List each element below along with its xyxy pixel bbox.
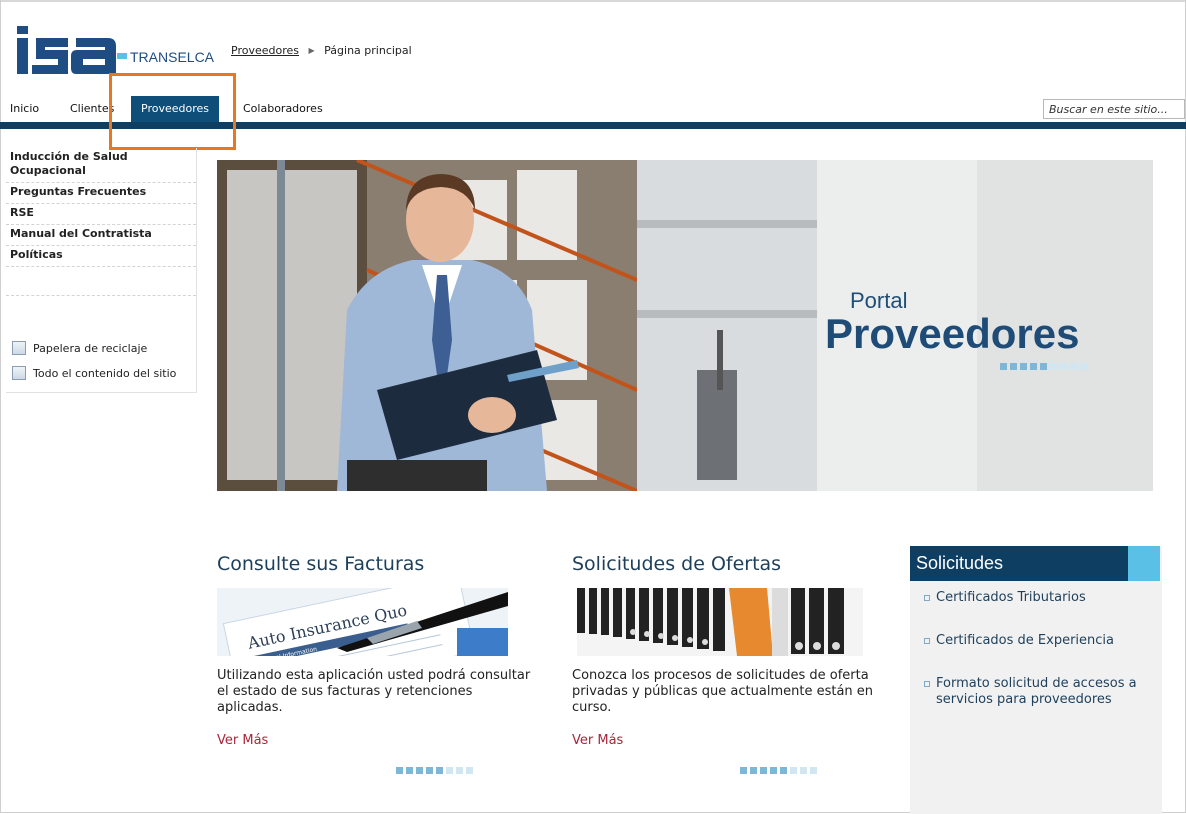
- recycle-bin-label: Papelera de reciclaje: [33, 341, 148, 355]
- panel-link-label: Formato solicitud de accesos a servicios…: [936, 676, 1137, 707]
- nav-item-colaboradores[interactable]: Colaboradores: [243, 96, 323, 122]
- hero-decoration-dots: [1000, 363, 1087, 370]
- panel-link-label: Certificados Tributarios: [936, 590, 1086, 605]
- site-content-label: Todo el contenido del sitio: [33, 366, 177, 380]
- ofertas-image: [577, 588, 863, 656]
- site-content-icon: [12, 366, 26, 380]
- panel-link-certificados-tributarios[interactable]: Certificados Tributarios: [924, 590, 1154, 606]
- panel-link-formato-solicitud[interactable]: Formato solicitud de accesos a servicios…: [924, 676, 1154, 708]
- ofertas-title[interactable]: Solicitudes de Ofertas: [572, 553, 781, 575]
- sidebar-divider: [6, 267, 196, 296]
- sidebar-tool-recycle-bin[interactable]: Papelera de reciclaje: [12, 341, 147, 355]
- panel-link-label: Certificados de Experiencia: [936, 633, 1115, 648]
- recycle-bin-icon: [12, 341, 26, 355]
- triangle-right-icon: ▶: [308, 46, 315, 55]
- insurance-form-photo: Auto Insurance Quo Personal Information: [217, 588, 508, 656]
- facturas-ver-mas-link[interactable]: Ver Más: [217, 733, 268, 748]
- ofertas-ver-mas-link[interactable]: Ver Más: [572, 733, 623, 748]
- square-bullet-icon: [924, 681, 930, 687]
- breadcrumb-current: Página principal: [324, 44, 412, 57]
- facturas-decoration-dots: [396, 767, 473, 774]
- hero-banner: Portal Proveedores: [217, 160, 1153, 491]
- company-name: TRANSELCA: [130, 49, 215, 65]
- ofertas-decoration-dots: [740, 767, 817, 774]
- sidebar-item-preguntas[interactable]: Preguntas Frecuentes: [6, 183, 196, 204]
- left-sidebar: Inducción de Salud Ocupacional Preguntas…: [6, 148, 197, 393]
- solicitudes-panel-title: Solicitudes: [916, 553, 1004, 573]
- hero-title-proveedores: Proveedores: [825, 310, 1080, 357]
- sidebar-item-politicas[interactable]: Políticas: [6, 246, 196, 267]
- sidebar-tool-site-content[interactable]: Todo el contenido del sitio: [12, 366, 176, 380]
- nav-item-clientes[interactable]: Clientes: [70, 96, 114, 122]
- sidebar-item-manual[interactable]: Manual del Contratista: [6, 225, 196, 246]
- square-bullet-icon: [924, 595, 930, 601]
- facturas-title[interactable]: Consulte sus Facturas: [217, 553, 424, 575]
- nav-item-proveedores[interactable]: Proveedores: [131, 96, 219, 122]
- solicitudes-panel: Solicitudes Certificados Tributarios Cer…: [910, 546, 1162, 814]
- facturas-image: Auto Insurance Quo Personal Information: [217, 588, 508, 656]
- search-input[interactable]: [1043, 99, 1185, 119]
- ofertas-description: Conozca los procesos de solicitudes de o…: [572, 668, 874, 715]
- panel-header-accent: [1128, 546, 1160, 581]
- nav-bar-bottom: [0, 122, 1186, 129]
- solicitudes-panel-header: Solicitudes: [910, 546, 1160, 581]
- top-navigation: Inicio Clientes Proveedores Colaboradore…: [0, 96, 1186, 122]
- panel-link-certificados-experiencia[interactable]: Certificados de Experiencia: [924, 633, 1154, 649]
- facturas-description: Utilizando esta aplicación usted podrá c…: [217, 668, 531, 715]
- square-bullet-icon: [924, 638, 930, 644]
- logo-mark-icon: TRANSELCA: [17, 26, 215, 74]
- binders-photo: [577, 588, 863, 656]
- breadcrumb: Proveedores ▶ Página principal: [231, 44, 412, 57]
- breadcrumb-link-proveedores[interactable]: Proveedores: [231, 44, 299, 57]
- isa-transelca-logo[interactable]: TRANSELCA: [16, 26, 216, 76]
- sidebar-item-induccion[interactable]: Inducción de Salud Ocupacional: [6, 148, 196, 183]
- sidebar-item-rse[interactable]: RSE: [6, 204, 196, 225]
- nav-item-inicio[interactable]: Inicio: [10, 96, 39, 122]
